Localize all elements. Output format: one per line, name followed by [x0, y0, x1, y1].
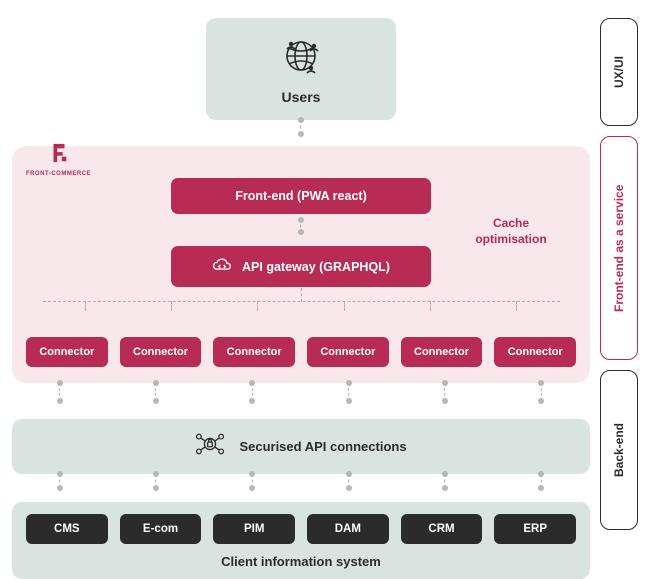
side-label-backend: Back-end — [600, 370, 638, 530]
client-system-box: CMS E-com PIM DAM CRM ERP Client informa… — [12, 502, 590, 579]
frontend-pwa-label: Front-end (PWA react) — [235, 189, 366, 203]
brand-logo-icon — [48, 142, 70, 169]
system-pill: CRM — [401, 514, 483, 544]
system-pill: PIM — [213, 514, 295, 544]
dotted-connector — [300, 120, 302, 134]
system-pill: E-com — [120, 514, 202, 544]
cloud-icon — [212, 257, 232, 276]
users-label: Users — [282, 89, 321, 105]
connector-row: Connector Connector Connector Connector … — [26, 337, 576, 367]
brand-name: FRONT-COMMERCE — [26, 171, 91, 177]
system-row: CMS E-com PIM DAM CRM ERP — [26, 514, 576, 544]
connector-box: Connector — [494, 337, 576, 367]
secure-api-box: Securised API connections — [12, 419, 590, 474]
connector-box: Connector — [307, 337, 389, 367]
api-gateway-box: API gateway (GRAPHQL) — [171, 246, 431, 287]
users-box: Users — [206, 18, 396, 120]
client-system-title: Client information system — [221, 554, 381, 569]
dotted-connector-row — [12, 474, 590, 488]
side-label-uxui: UX/UI — [600, 18, 638, 126]
cache-optimisation-label: Cache optimisation — [456, 216, 566, 247]
frontend-pwa-box: Front-end (PWA react) — [171, 178, 431, 214]
dashed-splitter — [43, 301, 560, 302]
network-lock-icon — [195, 431, 225, 462]
frontend-container: FRONT-COMMERCE Front-end (PWA react) API… — [12, 146, 590, 383]
connector-box: Connector — [401, 337, 483, 367]
system-pill: DAM — [307, 514, 389, 544]
secure-api-label: Securised API connections — [239, 439, 406, 454]
connector-box: Connector — [26, 337, 108, 367]
connector-box: Connector — [213, 337, 295, 367]
globe-users-icon — [279, 34, 323, 83]
dotted-connector — [300, 220, 302, 232]
system-pill: CMS — [26, 514, 108, 544]
api-gateway-label: API gateway (GRAPHQL) — [242, 260, 390, 274]
connector-box: Connector — [120, 337, 202, 367]
system-pill: ERP — [494, 514, 576, 544]
side-label-feaas: Front-end as a service — [600, 136, 638, 360]
brand-badge: FRONT-COMMERCE — [26, 142, 91, 177]
dashed-branches — [43, 301, 560, 311]
dotted-connector-row — [12, 383, 590, 401]
